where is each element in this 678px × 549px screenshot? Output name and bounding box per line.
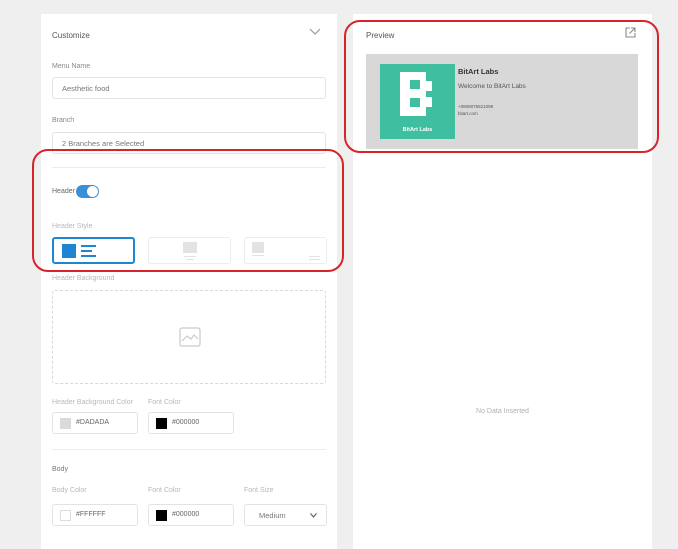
highlight-header-section xyxy=(32,149,344,272)
header-font-color-label: Font Color xyxy=(148,399,181,406)
color-swatch xyxy=(156,510,167,521)
body-font-color-field[interactable]: #000000 xyxy=(148,504,234,526)
customize-panel: Customize Menu Name Aesthetic food Branc… xyxy=(41,14,337,549)
menu-name-input[interactable]: Aesthetic food xyxy=(52,77,326,99)
highlight-preview-header xyxy=(344,20,659,153)
header-background-upload[interactable] xyxy=(52,290,326,384)
body-font-color-value: #000000 xyxy=(172,511,200,518)
body-color-field[interactable]: #FFFFFF xyxy=(52,504,138,526)
branch-label: Branch xyxy=(52,117,75,124)
font-size-label: Font Size xyxy=(244,487,274,494)
font-size-select[interactable]: Medium xyxy=(244,504,327,526)
body-color-label: Body Color xyxy=(52,487,87,494)
color-swatch xyxy=(60,418,71,429)
image-placeholder-icon xyxy=(179,327,201,349)
chevron-down-icon[interactable] xyxy=(309,28,321,38)
body-font-color-label: Font Color xyxy=(148,487,181,494)
no-data-text: No Data Inserted xyxy=(476,408,529,415)
header-bg-color-field[interactable]: #DADADA xyxy=(52,412,138,434)
header-font-color-field[interactable]: #000000 xyxy=(148,412,234,434)
divider xyxy=(52,449,326,450)
color-swatch xyxy=(60,510,71,521)
body-color-value: #FFFFFF xyxy=(76,511,106,518)
customize-title: Customize xyxy=(52,31,90,40)
chevron-down-icon xyxy=(310,511,317,520)
font-size-value: Medium xyxy=(259,510,286,520)
header-font-color-value: #000000 xyxy=(172,419,200,426)
header-background-label: Header Background xyxy=(52,275,115,282)
header-bg-color-label: Header Background Color xyxy=(52,399,133,406)
body-label: Body xyxy=(52,466,68,473)
header-bg-color-value: #DADADA xyxy=(76,419,110,426)
menu-name-label: Menu Name xyxy=(52,63,91,70)
color-swatch xyxy=(156,418,167,429)
